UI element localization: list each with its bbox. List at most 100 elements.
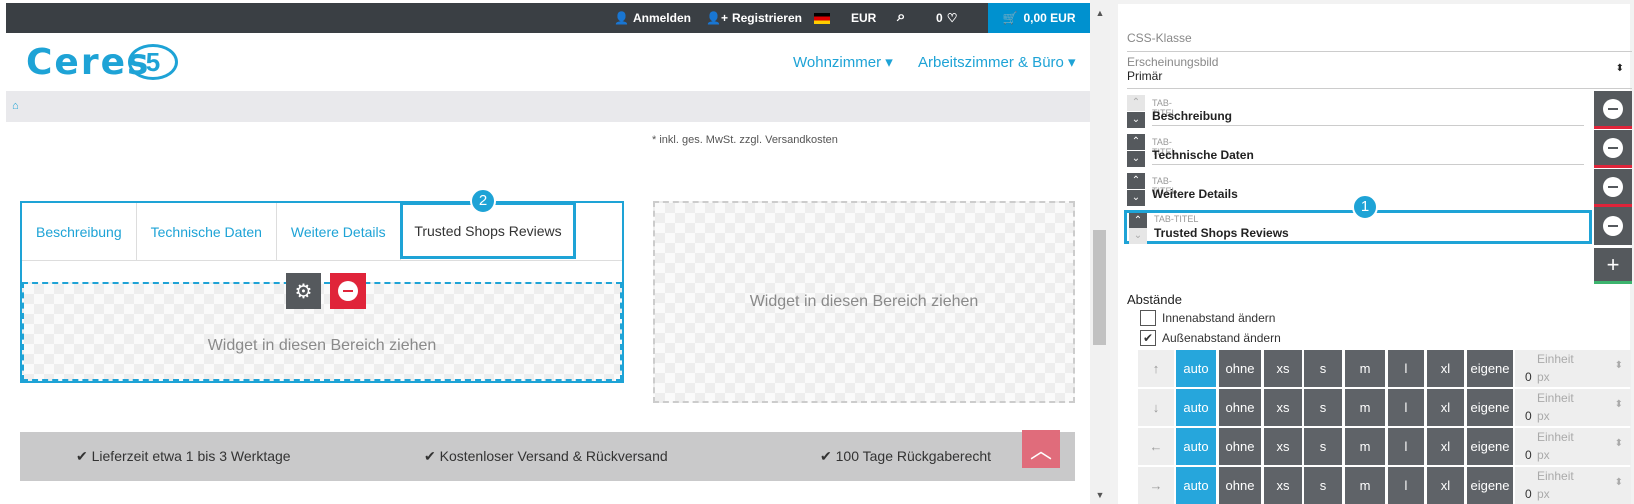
- margin-option-button[interactable]: m: [1345, 467, 1385, 504]
- tab-title-input[interactable]: Trusted Shops Reviews: [1154, 226, 1454, 240]
- margin-option-button[interactable]: xl: [1427, 428, 1464, 465]
- margin-option-button[interactable]: eigene: [1467, 428, 1513, 465]
- move-down-icon[interactable]: ⌄: [1127, 190, 1145, 206]
- currency-selector[interactable]: EUR: [851, 11, 876, 25]
- unit-suffix: px: [1537, 448, 1550, 462]
- checkbox-unchecked[interactable]: [1140, 310, 1156, 326]
- margin-option-button[interactable]: s: [1304, 389, 1342, 426]
- vat-note: * inkl. ges. MwSt. zzgl. Versandkosten: [652, 134, 838, 146]
- unit-value[interactable]: 0: [1525, 487, 1532, 501]
- margin-option-button[interactable]: m: [1345, 350, 1385, 387]
- unit-suffix: px: [1537, 409, 1550, 423]
- search-icon[interactable]: ⌕: [897, 8, 905, 25]
- remove-tab-button[interactable]: [1594, 169, 1632, 207]
- margin-option-button[interactable]: ohne: [1219, 350, 1261, 387]
- unit-value[interactable]: 0: [1525, 370, 1532, 384]
- margin-option-button[interactable]: xl: [1427, 389, 1464, 426]
- tab-weitere-details[interactable]: Weitere Details: [277, 203, 401, 261]
- move-up-icon[interactable]: ⌃: [1129, 213, 1147, 229]
- outer-spacing-label: Außenabstand ändern: [1162, 331, 1281, 345]
- move-up-icon[interactable]: ⌃: [1127, 95, 1145, 111]
- widget-settings-button[interactable]: ⚙: [286, 273, 321, 309]
- widget-remove-button[interactable]: [330, 273, 366, 309]
- tab-label: Trusted Shops Reviews: [414, 222, 562, 239]
- move-down-icon[interactable]: ⌄: [1127, 112, 1145, 128]
- margin-option-button[interactable]: s: [1304, 467, 1342, 504]
- back-to-top-button[interactable]: ︿: [1022, 430, 1060, 468]
- wishlist-link[interactable]: 0 ♡: [936, 11, 957, 25]
- scroll-down-icon[interactable]: ▼: [1090, 490, 1110, 500]
- sort-icon: ⬍: [1614, 477, 1623, 488]
- margin-option-button[interactable]: m: [1345, 389, 1385, 426]
- inner-spacing-option[interactable]: Innenabstand ändern: [1140, 310, 1275, 326]
- margin-option-button[interactable]: xl: [1427, 350, 1464, 387]
- margin-option-button[interactable]: auto: [1176, 350, 1216, 387]
- checkbox-checked[interactable]: ✔: [1140, 330, 1156, 346]
- tab-title-input[interactable]: Weitere Details: [1152, 187, 1372, 201]
- chevron-up-icon: ︿: [1029, 438, 1052, 463]
- tab-beschreibung[interactable]: Beschreibung: [22, 203, 137, 261]
- nav-item-wohnzimmer[interactable]: Wohnzimmer ▾: [793, 53, 893, 71]
- move-up-icon[interactable]: ⌃: [1127, 173, 1145, 189]
- feature-label: 100 Tage Rückgaberecht: [835, 448, 992, 464]
- margin-option-button[interactable]: ohne: [1219, 467, 1261, 504]
- outer-spacing-option[interactable]: ✔ Außenabstand ändern: [1140, 330, 1281, 346]
- margin-option-button[interactable]: xs: [1264, 389, 1302, 426]
- dropzone-label: Widget in diesen Bereich ziehen: [207, 336, 437, 354]
- margin-option-button[interactable]: auto: [1176, 389, 1216, 426]
- german-flag-icon[interactable]: [814, 13, 830, 24]
- margin-option-button[interactable]: xl: [1427, 467, 1464, 504]
- margin-option-button[interactable]: auto: [1176, 467, 1216, 504]
- margin-option-button[interactable]: xs: [1264, 428, 1302, 465]
- margin-option-button[interactable]: l: [1388, 389, 1424, 426]
- move-down-icon[interactable]: ⌄: [1127, 151, 1145, 167]
- margin-option-button[interactable]: ohne: [1219, 428, 1261, 465]
- margin-option-button[interactable]: s: [1304, 428, 1342, 465]
- spacing-heading: Abstände: [1127, 292, 1182, 307]
- margin-option-button[interactable]: eigene: [1467, 467, 1513, 504]
- tab-title-input[interactable]: Technische Daten: [1152, 148, 1584, 165]
- shop-top-bar: 👤 Anmelden 👤+ Registrieren EUR ⌕ 0 ♡: [6, 3, 1090, 33]
- unit-field[interactable]: Einheit 0 px ⬍: [1515, 467, 1631, 504]
- remove-tab-button[interactable]: [1594, 130, 1632, 168]
- remove-tab-button[interactable]: [1594, 207, 1632, 245]
- unit-field[interactable]: Einheit 0 px ⬍: [1515, 350, 1631, 387]
- margin-option-button[interactable]: l: [1388, 350, 1424, 387]
- margin-option-button[interactable]: s: [1304, 350, 1342, 387]
- margin-left-arrow-icon: ←: [1138, 428, 1174, 465]
- move-up-icon[interactable]: ⌃: [1127, 134, 1145, 150]
- margin-option-button[interactable]: ohne: [1219, 389, 1261, 426]
- remove-tab-button[interactable]: [1594, 91, 1632, 129]
- margin-option-button[interactable]: l: [1388, 428, 1424, 465]
- appearance-select[interactable]: Erscheinungsbild Primär ⬍: [1127, 55, 1632, 89]
- check-icon: ✔: [76, 448, 92, 464]
- unit-value[interactable]: 0: [1525, 448, 1532, 462]
- widget-dropzone-right[interactable]: Widget in diesen Bereich ziehen: [653, 201, 1075, 403]
- move-down-icon[interactable]: ⌄: [1129, 228, 1147, 244]
- margin-option-button[interactable]: m: [1345, 428, 1385, 465]
- cart-button[interactable]: 🛒 0,00 EUR: [988, 3, 1090, 33]
- unit-field[interactable]: Einheit 0 px ⬍: [1515, 389, 1631, 426]
- tab-label: Weitere Details: [290, 224, 386, 240]
- margin-option-button[interactable]: eigene: [1467, 389, 1513, 426]
- tab-title-input[interactable]: Beschreibung: [1152, 109, 1584, 126]
- login-link[interactable]: 👤 Anmelden: [614, 11, 691, 25]
- widget-dropzone[interactable]: Widget in diesen Bereich ziehen: [22, 282, 622, 381]
- unit-field[interactable]: Einheit 0 px ⬍: [1515, 428, 1631, 465]
- margin-right-arrow-icon: →: [1138, 467, 1174, 504]
- tab-technische-daten[interactable]: Technische Daten: [137, 203, 277, 261]
- margin-option-button[interactable]: l: [1388, 467, 1424, 504]
- home-icon[interactable]: ⌂: [12, 100, 19, 112]
- register-link[interactable]: 👤+ Registrieren: [706, 11, 802, 25]
- add-tab-button[interactable]: +: [1594, 248, 1632, 284]
- margin-option-button[interactable]: xs: [1264, 467, 1302, 504]
- scrollbar-thumb[interactable]: [1093, 230, 1106, 345]
- margin-option-button[interactable]: eigene: [1467, 350, 1513, 387]
- margin-option-button[interactable]: xs: [1264, 350, 1302, 387]
- nav-label: Arbeitszimmer & Büro: [918, 54, 1064, 71]
- margin-option-button[interactable]: auto: [1176, 428, 1216, 465]
- unit-value[interactable]: 0: [1525, 409, 1532, 423]
- scroll-up-icon[interactable]: ▲: [1090, 8, 1110, 18]
- nav-item-arbeitszimmer[interactable]: Arbeitszimmer & Büro ▾: [918, 53, 1076, 71]
- css-class-field[interactable]: CSS-Klasse: [1127, 31, 1632, 52]
